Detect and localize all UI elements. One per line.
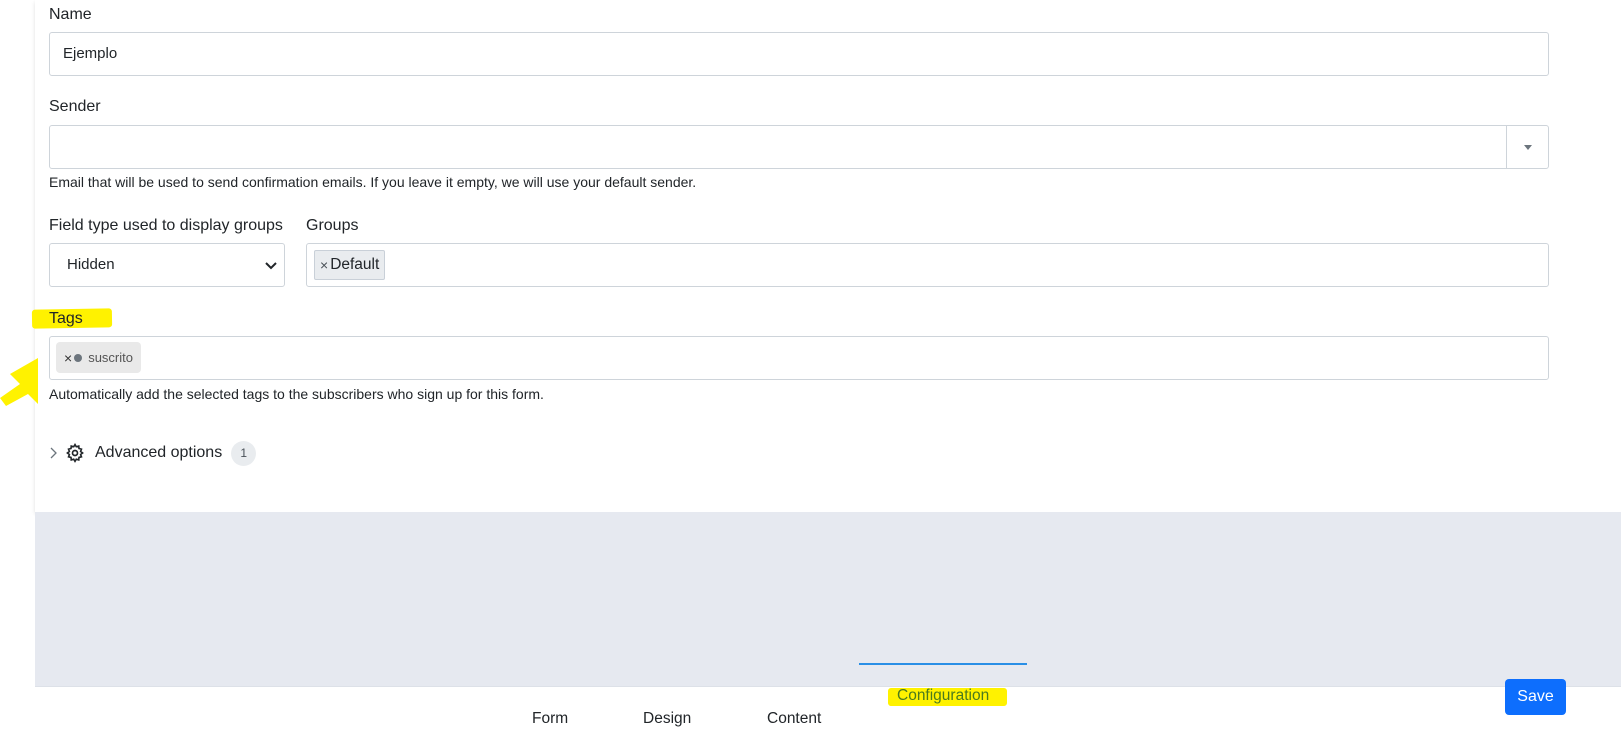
save-button[interactable]: Save [1505, 679, 1566, 715]
gear-icon [66, 443, 84, 463]
field-type-value: Hidden [67, 256, 115, 273]
annotation-arrow [0, 358, 38, 406]
groups-label: Groups [306, 217, 359, 234]
advanced-options-toggle[interactable]: Advanced options 1 [46, 440, 257, 466]
group-chip-remove[interactable]: × [320, 257, 328, 273]
active-tab-indicator [859, 663, 1027, 665]
tag-chip-remove[interactable]: × [64, 350, 72, 366]
tag-chip-label: suscrito [88, 350, 133, 365]
advanced-options-label: Advanced options [95, 444, 223, 461]
groups-input[interactable]: × Default [306, 243, 1549, 287]
chevron-right-icon [50, 447, 57, 459]
content-background [35, 512, 1621, 686]
sender-help-text: Email that will be used to send confirma… [49, 174, 697, 190]
chevron-down-icon [265, 262, 277, 270]
tag-chip-suscrito: × suscrito [56, 342, 141, 373]
group-chip-default: × Default [314, 250, 386, 280]
group-chip-label: Default [330, 256, 380, 273]
sender-label: Sender [49, 98, 101, 115]
tag-color-dot [74, 353, 83, 362]
field-type-label: Field type used to display groups [49, 217, 283, 234]
advanced-options-count-badge: 1 [231, 440, 257, 466]
sender-dropdown-toggle[interactable] [1506, 126, 1548, 168]
tab-form[interactable]: Form [532, 710, 568, 728]
tab-design[interactable]: Design [643, 710, 691, 728]
tags-help-text: Automatically add the selected tags to t… [49, 386, 544, 402]
tags-label: Tags [49, 310, 83, 327]
caret-down-icon [1524, 145, 1532, 150]
tab-content[interactable]: Content [767, 710, 821, 728]
sender-select[interactable] [49, 125, 1549, 169]
name-label: Name [49, 6, 92, 23]
name-input-value: Ejemplo [63, 45, 118, 62]
field-type-select[interactable]: Hidden [49, 243, 285, 287]
tags-input[interactable]: × suscrito [49, 336, 1549, 380]
name-input[interactable]: Ejemplo [49, 32, 1549, 76]
bottom-toolbar [35, 686, 1621, 747]
tab-configuration[interactable]: Configuration [897, 687, 989, 705]
